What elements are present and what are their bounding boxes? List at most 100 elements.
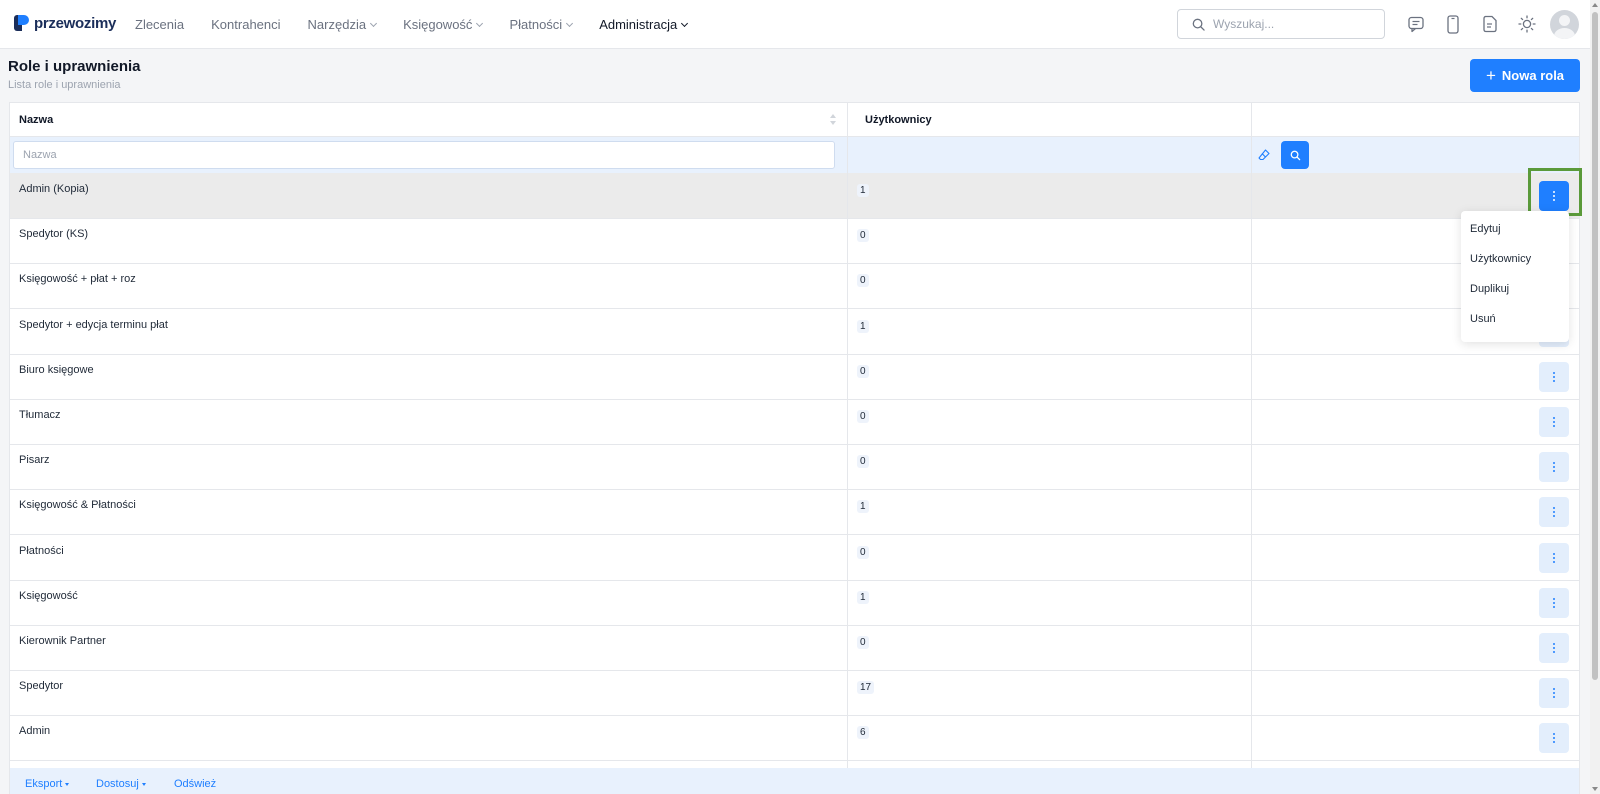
scroll-down-icon[interactable] (1592, 787, 1598, 791)
table-row[interactable]: Księgowość 1 (10, 580, 1579, 626)
table-row[interactable]: Płatności 0 (10, 535, 1579, 581)
logo[interactable]: przewozimy (14, 14, 116, 32)
table-row[interactable]: Spedytor (KS) 0 (10, 218, 1579, 265)
avatar[interactable] (1550, 10, 1579, 39)
role-name: Tłumacz (19, 409, 61, 421)
user-count-badge: 0 (857, 636, 869, 649)
row-actions-button[interactable] (1539, 587, 1569, 618)
export-button[interactable]: Eksport (25, 778, 70, 790)
row-actions-button[interactable] (1539, 452, 1569, 483)
role-name: Płatności (19, 544, 64, 557)
column-header-users[interactable]: Użytkownicy (856, 103, 1251, 137)
row-actions-button[interactable] (1539, 678, 1569, 709)
table-row[interactable]: Spedytor 17 (10, 670, 1579, 717)
plus-icon: + (1485, 66, 1496, 85)
new-role-label: Nowa rola (1501, 68, 1565, 83)
user-count-badge: 1 (857, 184, 869, 197)
role-name: Admin (19, 725, 51, 738)
table-row[interactable]: Kierownik Partner 0 (10, 625, 1579, 671)
chevron-down-icon (681, 19, 689, 27)
page-scrollbar[interactable] (1590, 0, 1600, 794)
user-count-badge: 0 (857, 364, 869, 378)
new-role-button[interactable]: + Nowa rola (1470, 59, 1580, 92)
column-header-name[interactable]: Nazwa (10, 103, 848, 137)
nav-item-narzedzia[interactable]: Narzędzia (307, 17, 378, 32)
menu-item-delete[interactable]: Usuń (1461, 304, 1569, 334)
nav-label: Narzędzia (307, 17, 367, 32)
column-label: Użytkownicy (865, 114, 932, 126)
search-input[interactable] (1213, 17, 1373, 31)
role-name: Spedytor + edycja terminu płat (19, 318, 168, 331)
column-label: Nazwa (19, 114, 54, 126)
highlight-frame (1528, 168, 1582, 216)
user-count-badge: 0 (857, 410, 869, 423)
column-divider (1251, 103, 1252, 794)
main-nav: Zlecenia Kontrahenci Narzędzia Księgowoś… (135, 0, 714, 49)
column-divider (847, 103, 848, 794)
table-footer: Eksport Dostosuj Odśwież (10, 768, 1579, 794)
scrollbar-thumb[interactable] (1592, 12, 1598, 680)
customize-label: Dostosuj (96, 778, 139, 790)
nav-item-kontrahenci[interactable]: Kontrahenci (211, 17, 280, 32)
table-row[interactable]: Księgowość & Płatności 1 (10, 489, 1579, 536)
top-navbar: przewozimy Zlecenia Kontrahenci Narzędzi… (0, 0, 1590, 49)
menu-item-duplicate[interactable]: Duplikuj (1461, 274, 1569, 304)
page-subtitle: Lista role i uprawnienia (8, 79, 121, 91)
role-name: Kierownik Partner (19, 635, 106, 647)
row-actions-button[interactable] (1539, 633, 1569, 663)
nav-item-zlecenia[interactable]: Zlecenia (135, 17, 184, 32)
scroll-up-icon[interactable] (1592, 3, 1598, 7)
customize-button[interactable]: Dostosuj (96, 778, 146, 790)
nav-label: Księgowość (403, 17, 473, 32)
search-icon (1192, 18, 1205, 31)
global-search[interactable] (1177, 9, 1385, 39)
filter-search-button[interactable] (1281, 141, 1309, 169)
row-actions-button[interactable] (1539, 542, 1569, 573)
document-icon[interactable] (1480, 14, 1500, 34)
table-row[interactable]: Admin 6 (10, 715, 1579, 762)
caret-down-icon (141, 782, 146, 786)
logo-text: przewozimy (34, 14, 117, 32)
export-label: Eksport (25, 778, 63, 790)
table-row[interactable]: Księgowość + płat + roz 0 (10, 263, 1579, 310)
table-row[interactable]: Spedytor + edycja terminu płat 1 (10, 309, 1579, 355)
nav-item-platnosci[interactable]: Płatności (509, 17, 574, 32)
phone-icon[interactable] (1443, 14, 1463, 34)
user-count-badge: 17 (857, 681, 875, 695)
table-row[interactable]: Biuro księgowe 0 (10, 354, 1579, 400)
row-actions-button[interactable] (1539, 361, 1569, 392)
role-name: Księgowość + płat + roz (19, 273, 136, 286)
nav-item-administracja[interactable]: Administracja (599, 17, 689, 32)
user-count-badge: 0 (857, 229, 869, 243)
role-name: Spedytor (KS) (19, 228, 89, 241)
chevron-down-icon (476, 19, 484, 27)
chevron-down-icon (566, 19, 574, 27)
user-count-badge: 1 (857, 319, 869, 333)
table-row[interactable]: Tłumacz 0 (10, 399, 1579, 445)
eraser-icon[interactable] (1257, 148, 1271, 162)
chevron-down-icon (370, 19, 378, 27)
sun-icon[interactable] (1517, 14, 1537, 34)
nav-item-ksiegowosc[interactable]: Księgowość (403, 17, 484, 32)
user-count-badge: 0 (857, 545, 869, 559)
user-count-badge: 0 (857, 274, 869, 288)
role-name: Biuro księgowe (19, 363, 94, 376)
name-filter-input[interactable] (13, 141, 835, 169)
menu-item-edit[interactable]: Edytuj (1461, 214, 1569, 244)
page-title: Role i uprawnienia (8, 58, 141, 75)
table-row[interactable]: Pisarz 0 (10, 444, 1579, 491)
table-header: Nazwa Użytkownicy (10, 103, 1579, 137)
refresh-button[interactable]: Odśwież (174, 778, 216, 790)
row-actions-button[interactable] (1539, 497, 1569, 528)
row-actions-menu: Edytuj Użytkownicy Duplikuj Usuń (1461, 211, 1569, 342)
table-row[interactable]: Admin (Kopia) 1 (10, 173, 1579, 219)
menu-item-users[interactable]: Użytkownicy (1461, 244, 1569, 274)
sort-icon[interactable] (829, 113, 837, 127)
row-actions-button[interactable] (1539, 407, 1569, 437)
filter-row (10, 137, 1579, 173)
chat-icon[interactable] (1406, 14, 1426, 34)
user-count-badge: 1 (857, 590, 869, 604)
row-actions-button[interactable] (1539, 723, 1569, 754)
nav-label: Zlecenia (135, 17, 185, 32)
role-name: Spedytor (19, 680, 64, 693)
